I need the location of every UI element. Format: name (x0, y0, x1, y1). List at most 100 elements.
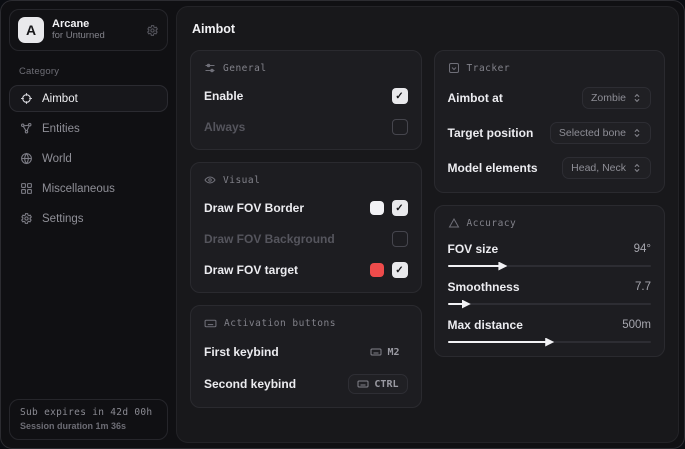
fov-size-label: FOV size (448, 242, 499, 256)
triangle-icon (448, 217, 460, 229)
enable-row: Enable ✓ (204, 87, 408, 105)
target-position-row: Target position Selected bone (448, 122, 652, 144)
second-keybind-button[interactable]: CTRL (348, 374, 407, 394)
keyboard-icon (370, 346, 382, 358)
smoothness-slider[interactable] (448, 303, 652, 305)
right-column: Tracker Aimbot at Zombie (434, 50, 666, 357)
target-position-dropdown[interactable]: Selected bone (550, 122, 651, 144)
model-elements-row: Model elements Head, Neck (448, 157, 652, 179)
visual-card-header: Visual (204, 174, 408, 186)
fov-target-color-swatch[interactable] (370, 263, 384, 277)
fov-border-label: Draw FOV Border (204, 201, 304, 215)
target-position-label: Target position (448, 126, 534, 140)
eye-icon (204, 174, 216, 186)
first-keybind-label: First keybind (204, 345, 279, 359)
gear-icon (20, 212, 33, 225)
sidebar-item-entities[interactable]: Entities (9, 115, 168, 142)
tracker-card: Tracker Aimbot at Zombie (434, 50, 666, 193)
always-row: Always (204, 118, 408, 136)
chevron-sort-icon (632, 163, 642, 173)
aimbot-at-value: Zombie (591, 92, 626, 104)
sidebar-item-label: Miscellaneous (42, 183, 115, 195)
brand-card[interactable]: A Arcane for Unturned (9, 9, 168, 51)
activation-card-title: Activation buttons (224, 318, 336, 329)
app-logo: A (18, 17, 44, 43)
sidebar-nav: Aimbot Entities (9, 85, 168, 232)
keyboard-icon (357, 378, 369, 390)
activation-card: Activation buttons First keybind M2 (190, 305, 422, 408)
max-distance-block: Max distance 500m (448, 318, 652, 343)
sidebar-item-settings[interactable]: Settings (9, 205, 168, 232)
max-distance-value: 500m (622, 319, 651, 331)
tracker-card-header: Tracker (448, 62, 652, 74)
tracker-card-title: Tracker (467, 63, 511, 74)
always-checkbox[interactable] (392, 119, 408, 135)
chevron-sort-icon (632, 128, 642, 138)
fov-background-label: Draw FOV Background (204, 232, 335, 246)
max-distance-label: Max distance (448, 318, 523, 332)
select-box-icon (448, 62, 460, 74)
left-column: General Enable ✓ Always (190, 50, 422, 408)
second-keybind-row: Second keybind CTRL (204, 374, 408, 394)
activation-card-header: Activation buttons (204, 317, 408, 330)
enable-label: Enable (204, 89, 243, 103)
fov-target-row: Draw FOV target ✓ (204, 261, 408, 279)
globe-icon (20, 152, 33, 165)
sidebar-item-aimbot[interactable]: Aimbot (9, 85, 168, 112)
general-card-title: General (223, 63, 267, 74)
category-label: Category (19, 66, 168, 77)
accuracy-card-title: Accuracy (467, 218, 517, 229)
always-label: Always (204, 120, 245, 134)
page-title: Aimbot (192, 22, 665, 36)
sidebar-item-label: Entities (42, 123, 80, 135)
max-distance-slider[interactable] (448, 341, 652, 343)
slider-thumb[interactable] (498, 262, 507, 271)
keyboard-icon (204, 317, 217, 330)
visual-card-title: Visual (223, 175, 260, 186)
sub-expiry-text: Sub expires in 42d 00h (20, 407, 157, 418)
grid-icon (20, 182, 33, 195)
fov-target-checkbox[interactable]: ✓ (392, 262, 408, 278)
sidebar-item-label: Settings (42, 213, 84, 225)
first-keybind-button[interactable]: M2 (362, 343, 407, 361)
app-name: Arcane (52, 18, 138, 31)
fov-background-row: Draw FOV Background (204, 230, 408, 248)
brand-text: Arcane for Unturned (52, 18, 138, 42)
first-keybind-value: M2 (387, 347, 399, 358)
aimbot-at-dropdown[interactable]: Zombie (582, 87, 651, 109)
entities-icon (20, 122, 33, 135)
sidebar-item-miscellaneous[interactable]: Miscellaneous (9, 175, 168, 202)
smoothness-block: Smoothness 7.7 (448, 280, 652, 305)
model-elements-dropdown[interactable]: Head, Neck (562, 157, 651, 179)
fov-size-value: 94° (634, 243, 651, 255)
general-card: General Enable ✓ Always (190, 50, 422, 150)
session-duration-text: Session duration 1m 36s (20, 421, 157, 431)
fov-border-color-swatch[interactable] (370, 201, 384, 215)
accuracy-card-header: Accuracy (448, 217, 652, 229)
fov-size-block: FOV size 94° (448, 242, 652, 267)
sidebar: A Arcane for Unturned Category (1, 1, 176, 448)
fov-size-slider[interactable] (448, 265, 652, 267)
slider-thumb[interactable] (545, 338, 554, 347)
sliders-icon (204, 62, 216, 74)
app-subtitle: for Unturned (52, 31, 138, 42)
second-keybind-value: CTRL (374, 379, 398, 390)
sidebar-item-label: Aimbot (42, 93, 78, 105)
sidebar-item-label: World (42, 153, 72, 165)
general-card-header: General (204, 62, 408, 74)
aimbot-at-row: Aimbot at Zombie (448, 87, 652, 109)
slider-thumb[interactable] (462, 300, 471, 309)
second-keybind-label: Second keybind (204, 377, 296, 391)
smoothness-value: 7.7 (635, 281, 651, 293)
model-elements-value: Head, Neck (571, 162, 626, 174)
model-elements-label: Model elements (448, 161, 538, 175)
fov-border-checkbox[interactable]: ✓ (392, 200, 408, 216)
sidebar-item-world[interactable]: World (9, 145, 168, 172)
subscription-info: Sub expires in 42d 00h Session duration … (9, 399, 168, 440)
gear-icon[interactable] (146, 24, 159, 37)
fov-background-checkbox[interactable] (392, 231, 408, 247)
first-keybind-row: First keybind M2 (204, 343, 408, 361)
enable-checkbox[interactable]: ✓ (392, 88, 408, 104)
target-position-value: Selected bone (559, 127, 626, 139)
aimbot-at-label: Aimbot at (448, 91, 503, 105)
